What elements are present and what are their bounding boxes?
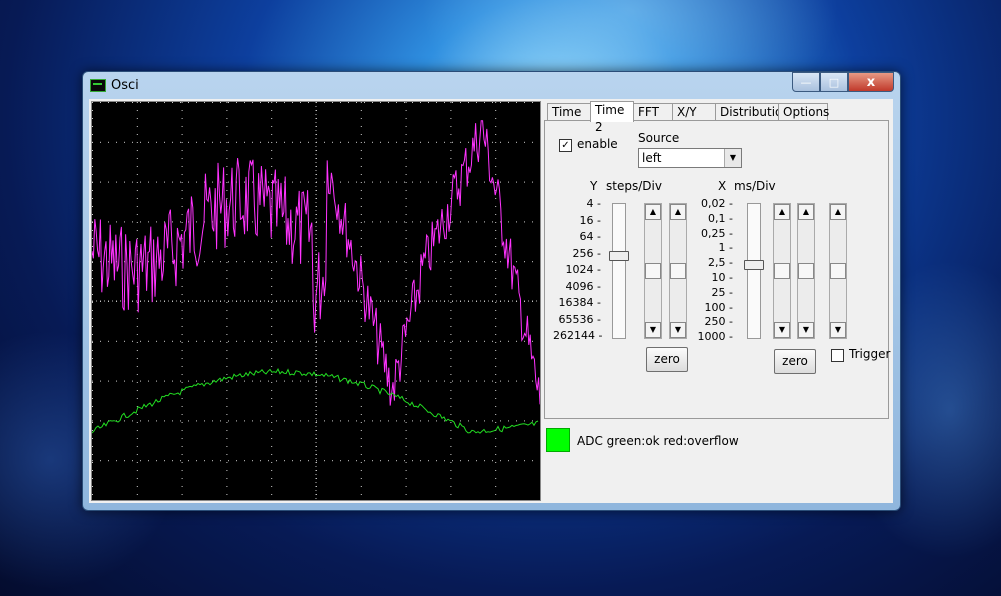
x-tick-label: 0,02 -: [701, 197, 733, 210]
scroll-down-icon[interactable]: ▼: [798, 322, 814, 338]
y-tick-label: 65536 -: [558, 312, 601, 326]
tab-distribution[interactable]: Distribution: [715, 103, 790, 120]
tab-time-1[interactable]: Time 1: [547, 103, 591, 136]
scrollbar-thumb[interactable]: [670, 263, 686, 279]
chevron-down-icon[interactable]: ▼: [724, 149, 741, 167]
y-axis-label: Y: [590, 179, 598, 193]
x-units-label: ms/Div: [734, 179, 776, 193]
x-scale-slider-thumb[interactable]: [744, 260, 764, 271]
x-fine-offset-scrollbar[interactable]: ▲ ▼: [797, 203, 815, 339]
x-tick-label: 10 -: [711, 271, 733, 284]
scroll-up-icon[interactable]: ▲: [645, 204, 661, 220]
scroll-down-icon[interactable]: ▼: [645, 322, 661, 338]
minimize-button[interactable]: —: [792, 72, 820, 92]
tab-xy[interactable]: X/Y: [672, 103, 716, 120]
close-button[interactable]: x: [848, 72, 894, 92]
scrollbar-thumb[interactable]: [830, 263, 846, 279]
x-tick-label: 2,5 -: [708, 256, 733, 270]
scrollbar-thumb[interactable]: [798, 263, 814, 279]
x-tick-label: 250 -: [704, 315, 733, 329]
minimize-icon: —: [800, 75, 812, 89]
source-value: left: [642, 151, 662, 165]
tab-fft[interactable]: FFT: [633, 103, 673, 120]
client-area: Time 1 Time 2 FFT X/Y Distribution Optio…: [89, 99, 893, 503]
scrollbar-thumb[interactable]: [645, 263, 661, 279]
maximize-button[interactable]: □: [820, 72, 848, 92]
y-tick-label: 4096 -: [565, 279, 601, 293]
x-tick-label: 100 -: [704, 300, 733, 314]
x-scale-slider-track[interactable]: [747, 203, 761, 339]
enable-checkbox[interactable]: ✓: [559, 139, 572, 152]
source-select[interactable]: left ▼: [638, 148, 742, 168]
x-tick-label: 25 -: [711, 285, 733, 299]
oscilloscope-app-icon: [90, 79, 106, 92]
trigger-label: Trigger: [849, 347, 891, 361]
x-tick-label: 1000 -: [697, 330, 733, 344]
x-tick-label: 0,25 -: [701, 226, 733, 240]
osci-window: Osci — □ x Time 1 Time 2 FFT X/Y Distrib…: [82, 71, 901, 511]
oscilloscope-plot: [92, 102, 540, 500]
source-label: Source: [638, 131, 680, 145]
y-scale-slider-track[interactable]: [612, 203, 626, 339]
y-offset-scrollbar[interactable]: ▲ ▼: [644, 203, 662, 339]
y-tick-label: 256 -: [572, 246, 601, 260]
close-icon: x: [866, 74, 876, 90]
window-title: Osci: [111, 78, 139, 93]
x-zero-button[interactable]: zero: [774, 349, 816, 374]
y-fine-offset-scrollbar[interactable]: ▲ ▼: [669, 203, 687, 339]
x-tick-label: 1 -: [718, 241, 733, 255]
y-zero-button[interactable]: zero: [646, 347, 688, 372]
adc-status-text: ADC green:ok red:overflow: [577, 434, 739, 448]
title-bar[interactable]: Osci — □ x: [83, 72, 900, 99]
x-offset-scrollbar[interactable]: ▲ ▼: [773, 203, 791, 339]
maximize-icon: □: [828, 75, 840, 89]
trigger-checkbox[interactable]: [831, 349, 844, 362]
scroll-down-icon[interactable]: ▼: [774, 322, 790, 338]
oscilloscope-display: [91, 101, 541, 501]
check-icon: ✓: [561, 140, 570, 151]
x-axis-label: X: [718, 179, 727, 193]
y-tick-label: 16384 -: [558, 296, 601, 309]
enable-label: enable: [577, 137, 618, 151]
trigger-level-scrollbar[interactable]: ▲ ▼: [829, 203, 847, 339]
scroll-up-icon[interactable]: ▲: [798, 204, 814, 220]
x-tick-label: 0,1 -: [708, 211, 733, 225]
y-scale-slider-thumb[interactable]: [609, 250, 629, 261]
tab-options[interactable]: Options: [778, 103, 829, 120]
y-tick-label: 4 -: [586, 197, 601, 210]
y-tick-label: 262144 -: [553, 329, 603, 342]
time2-panel: ✓ enable Source left ▼ Y steps/Div X ms/…: [544, 120, 891, 419]
scrollbar-thumb[interactable]: [774, 263, 790, 279]
y-tick-label: 1024 -: [565, 263, 601, 276]
scroll-up-icon[interactable]: ▲: [830, 204, 846, 220]
adc-status-indicator: [546, 428, 570, 452]
y-tick-label: 16 -: [579, 213, 601, 227]
y-tick-label: 64 -: [579, 230, 601, 243]
scroll-up-icon[interactable]: ▲: [670, 204, 686, 220]
scroll-down-icon[interactable]: ▼: [670, 322, 686, 338]
y-units-label: steps/Div: [606, 179, 662, 193]
tab-time-2[interactable]: Time 2: [590, 101, 634, 134]
scroll-up-icon[interactable]: ▲: [774, 204, 790, 220]
scroll-down-icon[interactable]: ▼: [830, 322, 846, 338]
